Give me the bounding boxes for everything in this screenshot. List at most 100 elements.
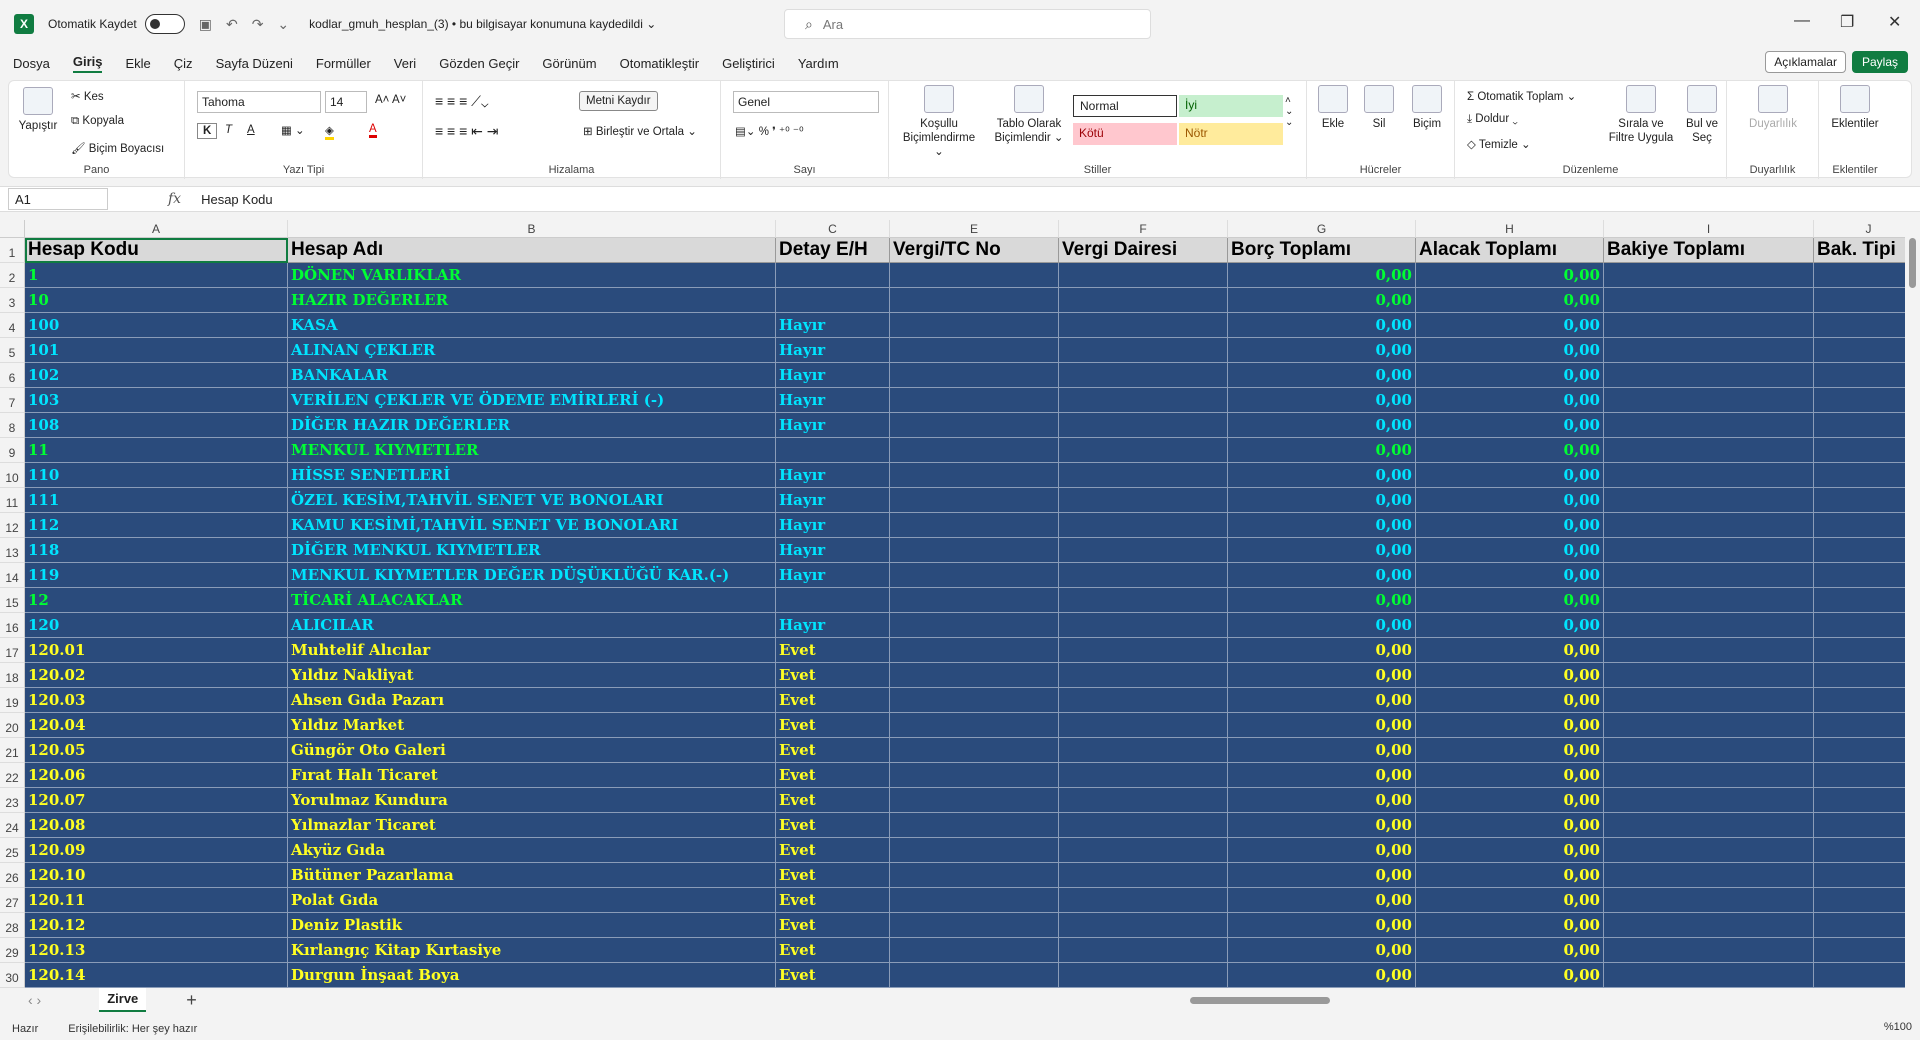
cell-hesap-adi[interactable]: DÖNEN VARLIKLAR [288,263,776,288]
vertical-scrollbar[interactable] [1905,220,1920,988]
header-cell[interactable]: Detay E/H [776,238,890,263]
cell-bakiye[interactable] [1604,713,1814,738]
cell-vergi-dairesi[interactable] [1059,813,1228,838]
cell-bak-tipi[interactable] [1814,963,1905,988]
cell-hesap-adi[interactable]: VERİLEN ÇEKLER VE ÖDEME EMİRLERİ (-) [288,388,776,413]
cell-bak-tipi[interactable] [1814,438,1905,463]
cell-vergi-no[interactable] [890,488,1059,513]
cell-vergi-dairesi[interactable] [1059,388,1228,413]
cell-bak-tipi[interactable] [1814,638,1905,663]
cell-hesap-adi[interactable]: ALINAN ÇEKLER [288,338,776,363]
sensitivity-button[interactable]: Duyarlılık [1737,85,1809,131]
cell-hesap-adi[interactable]: ALICILAR [288,613,776,638]
cell-bak-tipi[interactable] [1814,613,1905,638]
cell-alacak[interactable]: 0,00 [1416,388,1604,413]
cell-alacak[interactable]: 0,00 [1416,313,1604,338]
header-cell[interactable]: Hesap Kodu [25,238,288,263]
cell-bakiye[interactable] [1604,463,1814,488]
cell-vergi-no[interactable] [890,338,1059,363]
cell-alacak[interactable]: 0,00 [1416,788,1604,813]
cell-bak-tipi[interactable] [1814,538,1905,563]
row-number[interactable]: 13 [0,538,25,563]
cell-hesap-kodu[interactable]: 102 [25,363,288,388]
wrap-text-button[interactable]: Metni Kaydır [579,91,658,111]
cell-bak-tipi[interactable] [1814,313,1905,338]
cell-detay[interactable]: Hayır [776,388,890,413]
cell-hesap-adi[interactable]: KAMU KESİMİ,TAHVİL SENET VE BONOLARI [288,513,776,538]
cell-vergi-no[interactable] [890,788,1059,813]
cell-detay[interactable]: Evet [776,913,890,938]
cell-bakiye[interactable] [1604,388,1814,413]
row-number[interactable]: 28 [0,913,25,938]
cell-vergi-dairesi[interactable] [1059,263,1228,288]
cell-hesap-adi[interactable]: Durgun İnşaat Boya [288,963,776,988]
header-cell[interactable]: Bakiye Toplamı [1604,238,1814,263]
column-header[interactable]: H [1416,220,1604,238]
cell-bakiye[interactable] [1604,438,1814,463]
cell-borc[interactable]: 0,00 [1228,663,1416,688]
cell-hesap-kodu[interactable]: 120.13 [25,938,288,963]
cell-bakiye[interactable] [1604,338,1814,363]
cell-vergi-no[interactable] [890,913,1059,938]
cell-borc[interactable]: 0,00 [1228,413,1416,438]
cell-detay[interactable]: Evet [776,663,890,688]
cut-button[interactable]: ✂ Kes [71,89,104,103]
row-number[interactable]: 30 [0,963,25,988]
cell-hesap-adi[interactable]: Güngör Oto Galeri [288,738,776,763]
cell-detay[interactable]: Evet [776,838,890,863]
cell-borc[interactable]: 0,00 [1228,463,1416,488]
cell-detay[interactable]: Hayır [776,538,890,563]
borders-icon[interactable]: ▦ ⌄ [281,123,305,137]
cell-vergi-dairesi[interactable] [1059,688,1228,713]
restore-icon[interactable]: ❐ [1840,12,1854,32]
cell-detay[interactable] [776,438,890,463]
cell-vergi-no[interactable] [890,263,1059,288]
search-input[interactable]: ⌕ Ara [784,9,1151,39]
cell-bak-tipi[interactable] [1814,588,1905,613]
cell-hesap-adi[interactable]: Polat Gıda [288,888,776,913]
tab-gozden-gecir[interactable]: Gözden Geçir [439,56,519,71]
cell-alacak[interactable]: 0,00 [1416,738,1604,763]
cell-alacak[interactable]: 0,00 [1416,763,1604,788]
row-number[interactable]: 18 [0,663,25,688]
comments-button[interactable]: Açıklamalar [1765,51,1846,73]
cell-hesap-adi[interactable]: Deniz Plastik [288,913,776,938]
column-header[interactable]: B [288,220,776,238]
cell-hesap-kodu[interactable]: 108 [25,413,288,438]
font-color-icon[interactable]: A [369,123,377,138]
cell-borc[interactable]: 0,00 [1228,688,1416,713]
cell-bakiye[interactable] [1604,838,1814,863]
row-number[interactable]: 21 [0,738,25,763]
cell-vergi-no[interactable] [890,763,1059,788]
cell-vergi-dairesi[interactable] [1059,888,1228,913]
cell-bak-tipi[interactable] [1814,688,1905,713]
cell-vergi-no[interactable] [890,363,1059,388]
cell-vergi-dairesi[interactable] [1059,938,1228,963]
accessibility-status[interactable]: Erişilebilirlik: Her şey hazır [68,1023,197,1035]
cell-borc[interactable]: 0,00 [1228,488,1416,513]
row-number[interactable]: 25 [0,838,25,863]
cell-hesap-adi[interactable]: DİĞER HAZIR DEĞERLER [288,413,776,438]
clear-button[interactable]: ◇ Temizle ⌄ [1467,137,1531,151]
tab-otomatiklestir[interactable]: Otomatikleştir [620,56,699,71]
cell-detay[interactable]: Hayır [776,363,890,388]
cell-vergi-dairesi[interactable] [1059,413,1228,438]
cell-bakiye[interactable] [1604,513,1814,538]
cell-borc[interactable]: 0,00 [1228,438,1416,463]
cell-vergi-dairesi[interactable] [1059,838,1228,863]
cell-bak-tipi[interactable] [1814,288,1905,313]
cell-detay[interactable]: Evet [776,738,890,763]
tab-sayfa-duzeni[interactable]: Sayfa Düzeni [216,56,293,71]
row-number[interactable]: 3 [0,288,25,313]
row-number[interactable]: 23 [0,788,25,813]
cell-bak-tipi[interactable] [1814,663,1905,688]
redo-icon[interactable]: ↷ [252,16,264,33]
cell-borc[interactable]: 0,00 [1228,338,1416,363]
align-top-icons[interactable]: ≡ ≡ ≡ ⟋⌄ [435,93,489,110]
cell-vergi-no[interactable] [890,388,1059,413]
select-all-corner[interactable] [0,220,25,238]
cell-borc[interactable]: 0,00 [1228,563,1416,588]
cell-hesap-kodu[interactable]: 1 [25,263,288,288]
row-number[interactable]: 15 [0,588,25,613]
cell-hesap-adi[interactable]: TİCARİ ALACAKLAR [288,588,776,613]
